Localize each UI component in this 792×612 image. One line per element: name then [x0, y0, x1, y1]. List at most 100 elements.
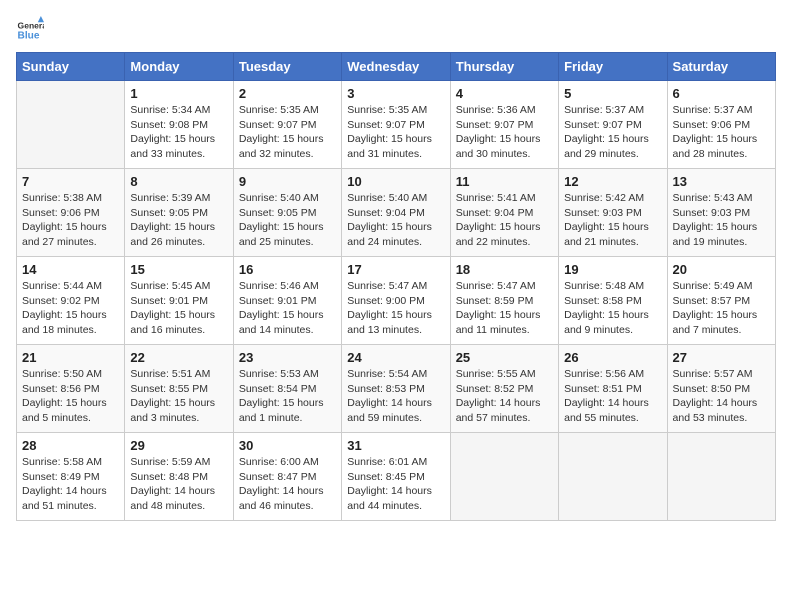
day-info: Sunrise: 5:45 AM Sunset: 9:01 PM Dayligh…: [130, 279, 227, 338]
weekday-header-wednesday: Wednesday: [342, 53, 450, 81]
day-number: 10: [347, 174, 444, 189]
calendar-cell: 23 Sunrise: 5:53 AM Sunset: 8:54 PM Dayli…: [233, 345, 341, 433]
calendar-cell: 28 Sunrise: 5:58 AM Sunset: 8:49 PM Dayli…: [17, 433, 125, 521]
day-info: Sunrise: 5:57 AM Sunset: 8:50 PM Dayligh…: [673, 367, 770, 426]
day-info: Sunrise: 5:48 AM Sunset: 8:58 PM Dayligh…: [564, 279, 661, 338]
week-row-1: 1 Sunrise: 5:34 AM Sunset: 9:08 PM Daylig…: [17, 81, 776, 169]
weekday-header-row: SundayMondayTuesdayWednesdayThursdayFrid…: [17, 53, 776, 81]
day-info: Sunrise: 5:49 AM Sunset: 8:57 PM Dayligh…: [673, 279, 770, 338]
day-number: 9: [239, 174, 336, 189]
calendar-cell: 22 Sunrise: 5:51 AM Sunset: 8:55 PM Dayli…: [125, 345, 233, 433]
day-number: 7: [22, 174, 119, 189]
day-info: Sunrise: 5:35 AM Sunset: 9:07 PM Dayligh…: [347, 103, 444, 162]
day-info: Sunrise: 5:34 AM Sunset: 9:08 PM Dayligh…: [130, 103, 227, 162]
calendar-cell: 4Sunrise: 5:36 AM Sunset: 9:07 PM Daylig…: [450, 81, 558, 169]
day-number: 11: [456, 174, 553, 189]
day-number: 22: [130, 350, 227, 365]
calendar-cell: 2 Sunrise: 5:35 AM Sunset: 9:07 PM Daylig…: [233, 81, 341, 169]
svg-text:Blue: Blue: [18, 31, 40, 42]
calendar-cell: 12 Sunrise: 5:42 AM Sunset: 9:03 PM Dayli…: [559, 169, 667, 257]
day-number: 12: [564, 174, 661, 189]
day-info: Sunrise: 5:56 AM Sunset: 8:51 PM Dayligh…: [564, 367, 661, 426]
week-row-4: 21Sunrise: 5:50 AM Sunset: 8:56 PM Dayli…: [17, 345, 776, 433]
weekday-header-saturday: Saturday: [667, 53, 775, 81]
day-number: 17: [347, 262, 444, 277]
day-number: 19: [564, 262, 661, 277]
day-info: Sunrise: 5:44 AM Sunset: 9:02 PM Dayligh…: [22, 279, 119, 338]
day-info: Sunrise: 5:50 AM Sunset: 8:56 PM Dayligh…: [22, 367, 119, 426]
day-number: 24: [347, 350, 444, 365]
day-info: Sunrise: 5:39 AM Sunset: 9:05 PM Dayligh…: [130, 191, 227, 250]
calendar-cell: 18 Sunrise: 5:47 AM Sunset: 8:59 PM Dayli…: [450, 257, 558, 345]
day-info: Sunrise: 5:58 AM Sunset: 8:49 PM Dayligh…: [22, 455, 119, 514]
day-info: Sunrise: 5:53 AM Sunset: 8:54 PM Dayligh…: [239, 367, 336, 426]
day-number: 28: [22, 438, 119, 453]
day-info: Sunrise: 5:47 AM Sunset: 8:59 PM Dayligh…: [456, 279, 553, 338]
day-info: Sunrise: 5:36 AM Sunset: 9:07 PM Dayligh…: [456, 103, 553, 162]
day-info: Sunrise: 5:59 AM Sunset: 8:48 PM Dayligh…: [130, 455, 227, 514]
calendar-cell: 11 Sunrise: 5:41 AM Sunset: 9:04 PM Dayli…: [450, 169, 558, 257]
day-number: 13: [673, 174, 770, 189]
day-number: 5: [564, 86, 661, 101]
day-number: 31: [347, 438, 444, 453]
day-info: Sunrise: 5:38 AM Sunset: 9:06 PM Dayligh…: [22, 191, 119, 250]
calendar-cell: 15 Sunrise: 5:45 AM Sunset: 9:01 PM Dayli…: [125, 257, 233, 345]
day-info: Sunrise: 6:01 AM Sunset: 8:45 PM Dayligh…: [347, 455, 444, 514]
day-number: 27: [673, 350, 770, 365]
day-number: 16: [239, 262, 336, 277]
logo: General Blue: [16, 16, 44, 44]
day-number: 1: [130, 86, 227, 101]
weekday-header-monday: Monday: [125, 53, 233, 81]
week-row-2: 7 Sunrise: 5:38 AM Sunset: 9:06 PM Daylig…: [17, 169, 776, 257]
day-number: 2: [239, 86, 336, 101]
day-number: 3: [347, 86, 444, 101]
week-row-5: 28 Sunrise: 5:58 AM Sunset: 8:49 PM Dayli…: [17, 433, 776, 521]
day-info: Sunrise: 5:46 AM Sunset: 9:01 PM Dayligh…: [239, 279, 336, 338]
calendar-cell: [667, 433, 775, 521]
calendar-cell: 19 Sunrise: 5:48 AM Sunset: 8:58 PM Dayli…: [559, 257, 667, 345]
weekday-header-tuesday: Tuesday: [233, 53, 341, 81]
day-info: Sunrise: 5:55 AM Sunset: 8:52 PM Dayligh…: [456, 367, 553, 426]
day-number: 29: [130, 438, 227, 453]
calendar-cell: 1 Sunrise: 5:34 AM Sunset: 9:08 PM Daylig…: [125, 81, 233, 169]
day-info: Sunrise: 5:47 AM Sunset: 9:00 PM Dayligh…: [347, 279, 444, 338]
calendar-cell: [559, 433, 667, 521]
day-number: 14: [22, 262, 119, 277]
calendar-cell: 25 Sunrise: 5:55 AM Sunset: 8:52 PM Dayli…: [450, 345, 558, 433]
calendar-cell: 29 Sunrise: 5:59 AM Sunset: 8:48 PM Dayli…: [125, 433, 233, 521]
page-header: General Blue: [16, 16, 776, 44]
calendar-cell: 24 Sunrise: 5:54 AM Sunset: 8:53 PM Dayli…: [342, 345, 450, 433]
calendar-cell: 30Sunrise: 6:00 AM Sunset: 8:47 PM Dayli…: [233, 433, 341, 521]
calendar-cell: 6Sunrise: 5:37 AM Sunset: 9:06 PM Daylig…: [667, 81, 775, 169]
day-info: Sunrise: 5:41 AM Sunset: 9:04 PM Dayligh…: [456, 191, 553, 250]
day-info: Sunrise: 5:43 AM Sunset: 9:03 PM Dayligh…: [673, 191, 770, 250]
day-number: 23: [239, 350, 336, 365]
day-info: Sunrise: 5:42 AM Sunset: 9:03 PM Dayligh…: [564, 191, 661, 250]
day-info: Sunrise: 6:00 AM Sunset: 8:47 PM Dayligh…: [239, 455, 336, 514]
calendar-cell: 20 Sunrise: 5:49 AM Sunset: 8:57 PM Dayli…: [667, 257, 775, 345]
calendar-cell: 16 Sunrise: 5:46 AM Sunset: 9:01 PM Dayli…: [233, 257, 341, 345]
day-number: 26: [564, 350, 661, 365]
day-info: Sunrise: 5:37 AM Sunset: 9:07 PM Dayligh…: [564, 103, 661, 162]
day-number: 6: [673, 86, 770, 101]
calendar-cell: 14 Sunrise: 5:44 AM Sunset: 9:02 PM Dayli…: [17, 257, 125, 345]
calendar-cell: [17, 81, 125, 169]
calendar-cell: 17 Sunrise: 5:47 AM Sunset: 9:00 PM Dayli…: [342, 257, 450, 345]
calendar-cell: 7 Sunrise: 5:38 AM Sunset: 9:06 PM Daylig…: [17, 169, 125, 257]
day-info: Sunrise: 5:40 AM Sunset: 9:05 PM Dayligh…: [239, 191, 336, 250]
day-number: 15: [130, 262, 227, 277]
calendar-cell: 9 Sunrise: 5:40 AM Sunset: 9:05 PM Daylig…: [233, 169, 341, 257]
week-row-3: 14 Sunrise: 5:44 AM Sunset: 9:02 PM Dayli…: [17, 257, 776, 345]
day-number: 25: [456, 350, 553, 365]
day-info: Sunrise: 5:35 AM Sunset: 9:07 PM Dayligh…: [239, 103, 336, 162]
weekday-header-friday: Friday: [559, 53, 667, 81]
weekday-header-thursday: Thursday: [450, 53, 558, 81]
day-info: Sunrise: 5:54 AM Sunset: 8:53 PM Dayligh…: [347, 367, 444, 426]
day-number: 18: [456, 262, 553, 277]
calendar-cell: 26 Sunrise: 5:56 AM Sunset: 8:51 PM Dayli…: [559, 345, 667, 433]
day-info: Sunrise: 5:51 AM Sunset: 8:55 PM Dayligh…: [130, 367, 227, 426]
calendar-cell: 27 Sunrise: 5:57 AM Sunset: 8:50 PM Dayli…: [667, 345, 775, 433]
logo-icon: General Blue: [16, 16, 44, 44]
day-number: 20: [673, 262, 770, 277]
calendar-cell: 21Sunrise: 5:50 AM Sunset: 8:56 PM Dayli…: [17, 345, 125, 433]
